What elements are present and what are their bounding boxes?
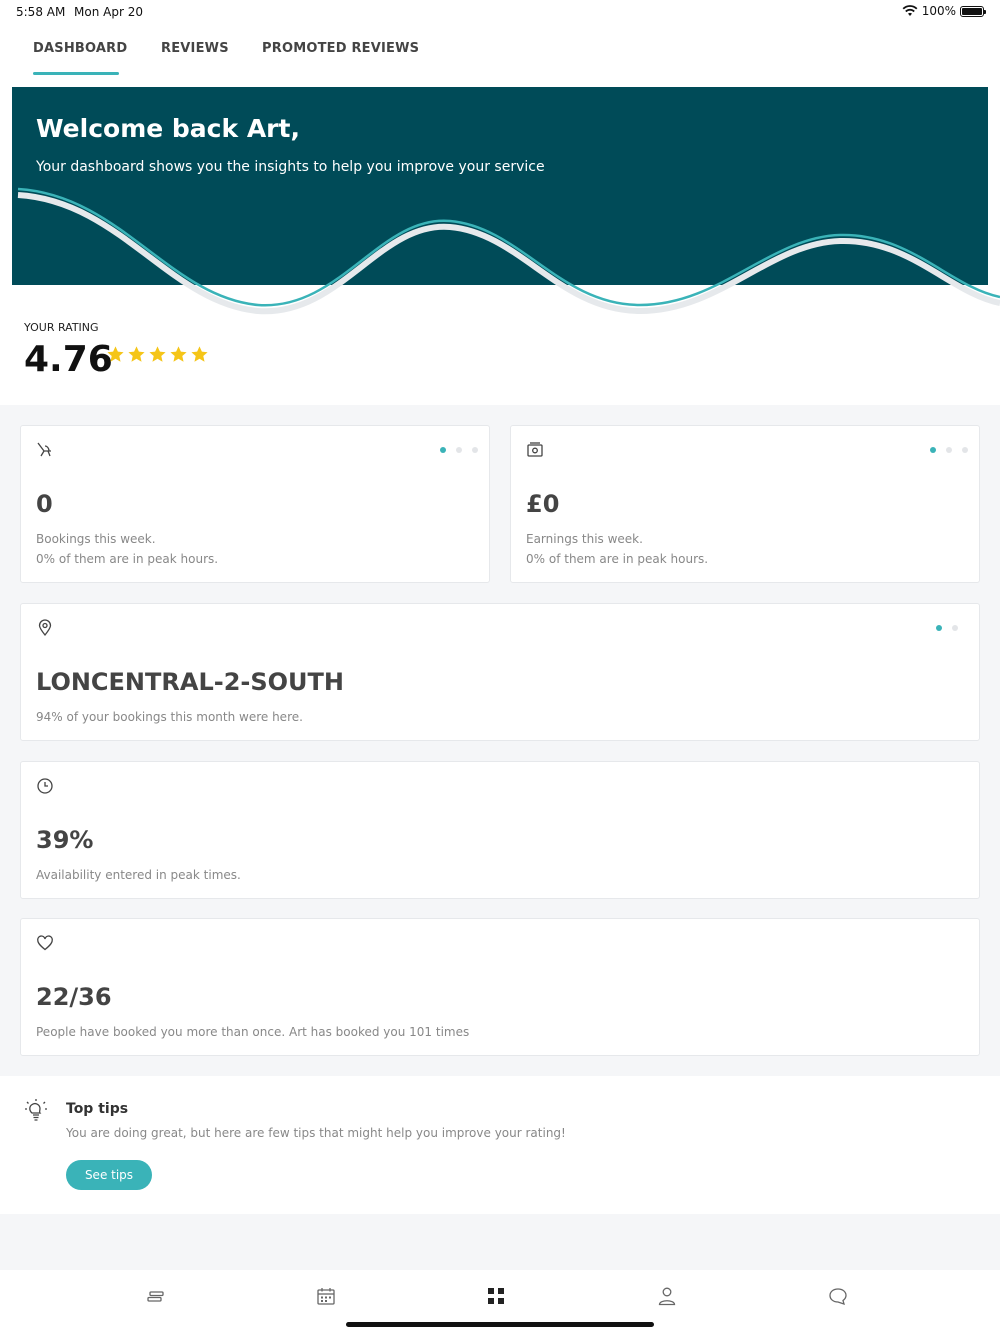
earnings-value: £0 — [526, 490, 560, 518]
welcome-subtitle: Your dashboard shows you the insights to… — [36, 159, 545, 175]
star-icon — [170, 346, 187, 362]
top-tips-text: You are doing great, but here are few ti… — [66, 1126, 566, 1140]
wifi-icon — [902, 5, 918, 16]
availability-desc: Availability entered in peak times. — [36, 868, 241, 882]
location-value: LONCENTRAL-2-SOUTH — [36, 668, 344, 696]
bookings-card[interactable]: 0 Bookings this week. 0% of them are in … — [20, 425, 490, 583]
carousel-dot[interactable] — [936, 625, 942, 631]
status-time: 5:58 AM — [16, 5, 66, 19]
status-date: Mon Apr 20 — [74, 5, 143, 19]
tab-dashboard[interactable]: DASHBOARD — [33, 41, 127, 56]
location-card[interactable]: LONCENTRAL-2-SOUTH 94% of your bookings … — [20, 603, 980, 741]
tab-bar: DASHBOARD REVIEWS PROMOTED REVIEWS — [0, 24, 1000, 87]
carousel-dot[interactable] — [946, 447, 952, 453]
carousel-dot[interactable] — [930, 447, 936, 453]
bookings-desc: Bookings this week. — [36, 532, 156, 546]
bookings-value: 0 — [36, 490, 53, 518]
status-bar: 5:58 AM Mon Apr 20 100% — [0, 0, 1000, 24]
star-icon — [191, 346, 208, 362]
bottom-nav — [0, 1270, 1000, 1334]
decorative-wave — [17, 187, 1000, 315]
welcome-section: Welcome back Art, Your dashboard shows y… — [0, 87, 1000, 405]
star-icon — [107, 346, 124, 362]
carousel-dot[interactable] — [440, 447, 446, 453]
earnings-desc: Earnings this week. — [526, 532, 643, 546]
dashboard-grid-icon[interactable] — [486, 1286, 506, 1306]
earnings-peak-desc: 0% of them are in peak hours. — [526, 552, 709, 566]
star-icon — [128, 346, 145, 362]
battery-percent: 100% — [921, 4, 956, 18]
carousel-dot[interactable] — [456, 447, 462, 453]
top-tips-section: Top tips You are doing great, but here a… — [0, 1076, 1000, 1214]
location-pin-icon — [38, 619, 52, 637]
carousel-dots[interactable] — [930, 447, 968, 453]
chat-icon[interactable] — [828, 1286, 848, 1306]
home-indicator — [346, 1322, 654, 1327]
location-desc: 94% of your bookings this month were her… — [36, 710, 303, 724]
calendar-icon[interactable] — [316, 1286, 336, 1306]
heart-icon — [37, 935, 53, 951]
repeat-bookings-card[interactable]: 22/36 People have booked you more than o… — [20, 918, 980, 1056]
lightbulb-icon — [25, 1099, 47, 1121]
clock-icon — [37, 778, 53, 794]
rating-value: 4.76 — [24, 339, 113, 380]
star-icon — [149, 346, 166, 362]
carousel-dots[interactable] — [936, 625, 958, 631]
repeat-bookings-value: 22/36 — [36, 983, 112, 1011]
active-tab-indicator — [33, 72, 119, 75]
top-tips-title: Top tips — [66, 1101, 129, 1117]
tab-promoted-reviews[interactable]: PROMOTED REVIEWS — [262, 41, 419, 56]
carousel-dot[interactable] — [472, 447, 478, 453]
see-tips-button[interactable]: See tips — [66, 1160, 152, 1190]
carousel-dots[interactable] — [440, 447, 478, 453]
earnings-card[interactable]: £0 Earnings this week. 0% of them are in… — [510, 425, 980, 583]
availability-card[interactable]: 39% Availability entered in peak times. — [20, 761, 980, 899]
profile-icon[interactable] — [657, 1286, 677, 1306]
stroller-icon — [37, 442, 51, 457]
tab-reviews[interactable]: REVIEWS — [161, 41, 229, 56]
camera-icon — [527, 442, 543, 457]
bookings-peak-desc: 0% of them are in peak hours. — [36, 552, 219, 566]
battery-icon — [960, 5, 986, 17]
rating-label: YOUR RATING — [24, 321, 99, 334]
rating-stars — [106, 345, 209, 364]
list-icon[interactable] — [146, 1286, 166, 1306]
repeat-bookings-desc: People have booked you more than once. A… — [36, 1025, 470, 1039]
availability-value: 39% — [36, 826, 94, 854]
carousel-dot[interactable] — [962, 447, 968, 453]
carousel-dot[interactable] — [952, 625, 958, 631]
welcome-title: Welcome back Art, — [36, 114, 300, 143]
